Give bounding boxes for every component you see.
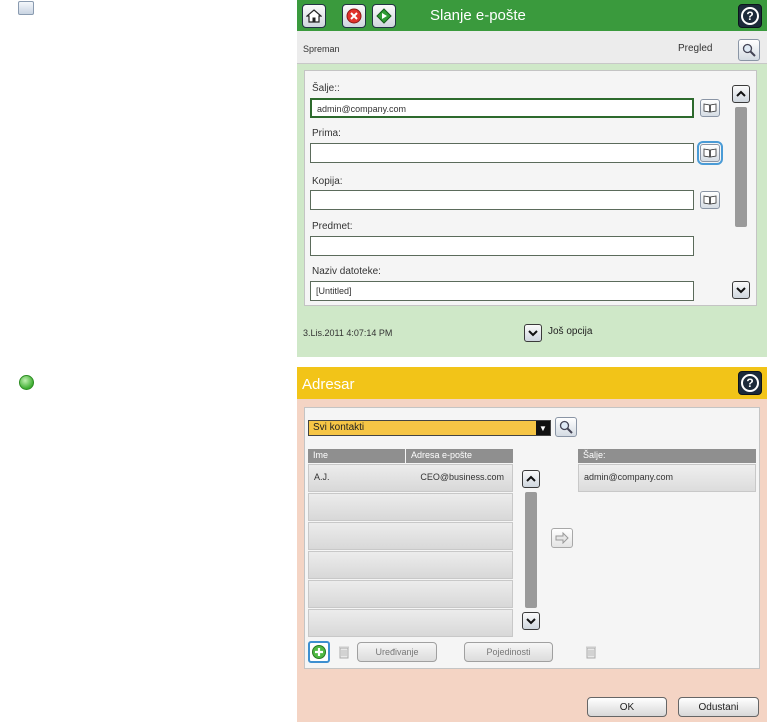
cc-address-book-button[interactable] [700,191,720,209]
search-icon [742,43,756,57]
contact-name: A.J. [314,472,330,482]
to-field[interactable] [310,143,694,163]
datetime: 3.Lis.2011 4:07:14 PM [303,328,393,338]
scroll-down-icon [736,287,746,294]
home-icon [306,9,322,23]
scroll-down-icon [526,618,536,625]
filter-selected-value: Svi kontakti [313,422,365,433]
to-label: Prima: [312,128,341,139]
address-book-header: Adresar ? [297,367,767,399]
edit-button[interactable]: Uređivanje [357,642,437,662]
help-button[interactable]: ? [738,371,762,395]
sender-row[interactable]: admin@company.com [578,464,756,492]
preview-label: Pregled [678,43,713,54]
cancel-button[interactable]: Odustani [678,697,759,717]
scroll-up-icon [526,475,536,482]
address-book-body: Svi kontakti ▼ Ime Adresa e-pošte Šalje:… [304,407,760,669]
preview-button[interactable] [738,39,760,61]
home-button[interactable] [302,4,326,28]
start-button[interactable] [372,4,396,28]
scrollbar-thumb[interactable] [735,107,747,227]
status-bar: Spreman Pregled [297,31,767,64]
add-contact-callout-icon [19,375,34,390]
start-icon [376,8,392,24]
address-book-panel: Adresar ? Svi kontakti ▼ Ime Adresa e-po… [297,367,767,722]
filename-field[interactable]: [Untitled] [310,281,694,301]
contacts-scroll-down-button[interactable] [522,612,540,630]
stop-icon [346,8,362,24]
contact-row-empty[interactable] [308,609,513,637]
scroll-up-icon [736,90,746,97]
email-header: Slanje e-pošte ? [297,0,767,31]
filename-label: Naziv datoteke: [312,266,381,277]
col-header-name[interactable]: Ime [308,449,405,463]
search-icon [559,420,573,434]
add-contact-icon [312,645,326,659]
address-book-icon [703,148,717,158]
remove-sender-button[interactable] [584,644,598,660]
email-title: Slanje e-pošte [430,7,526,24]
cc-label: Kopija: [312,176,343,187]
add-contact-button[interactable] [308,641,330,663]
address-book-callout-icon [18,1,34,15]
scroll-down-button[interactable] [732,281,750,299]
delete-contact-button[interactable] [337,644,351,660]
trash-icon [339,646,349,659]
ok-button[interactable]: OK [587,697,667,717]
subject-label: Predmet: [312,221,353,232]
address-book-icon [703,195,717,205]
add-to-recipients-button[interactable] [551,528,573,548]
search-contacts-button[interactable] [555,417,577,437]
contact-row-empty[interactable] [308,493,513,521]
contact-row-empty[interactable] [308,580,513,608]
chevron-down-icon [528,330,538,337]
from-label: Šalje:: [312,83,340,94]
contacts-scrollbar-thumb[interactable] [525,492,537,608]
more-options-label[interactable]: Još opcija [548,326,592,337]
trash-icon [586,646,596,659]
status-text: Spreman [303,44,340,54]
email-panel: Slanje e-pošte ? Spreman Pregled Šalje::… [297,0,767,357]
from-field[interactable]: admin@company.com [310,98,694,118]
email-form: Šalje:: admin@company.com Prima: Kopija:… [304,70,757,306]
address-book-title: Adresar [302,376,355,393]
dropdown-arrow-icon: ▼ [536,421,550,435]
col-header-email[interactable]: Adresa e-pošte [406,449,513,463]
more-options-button[interactable] [524,324,542,342]
subject-field[interactable] [310,236,694,256]
from-address-book-button[interactable] [700,99,720,117]
contacts-filter-select[interactable]: Svi kontakti ▼ [308,420,551,436]
contact-row-empty[interactable] [308,522,513,550]
col-header-sender: Šalje: [578,449,756,463]
cc-field[interactable] [310,190,694,210]
help-icon: ? [741,374,759,392]
contacts-scroll-up-button[interactable] [522,470,540,488]
contact-row[interactable]: A.J. CEO@business.com [308,464,513,492]
contact-row-empty[interactable] [308,551,513,579]
arrow-right-icon [555,532,569,544]
to-address-book-button[interactable] [697,141,723,165]
scroll-up-button[interactable] [732,85,750,103]
address-book-icon [703,103,717,113]
contact-email: CEO@business.com [420,472,504,482]
details-button[interactable]: Pojedinosti [464,642,553,662]
help-button[interactable]: ? [738,4,762,28]
help-icon: ? [741,7,759,25]
stop-button[interactable] [342,4,366,28]
